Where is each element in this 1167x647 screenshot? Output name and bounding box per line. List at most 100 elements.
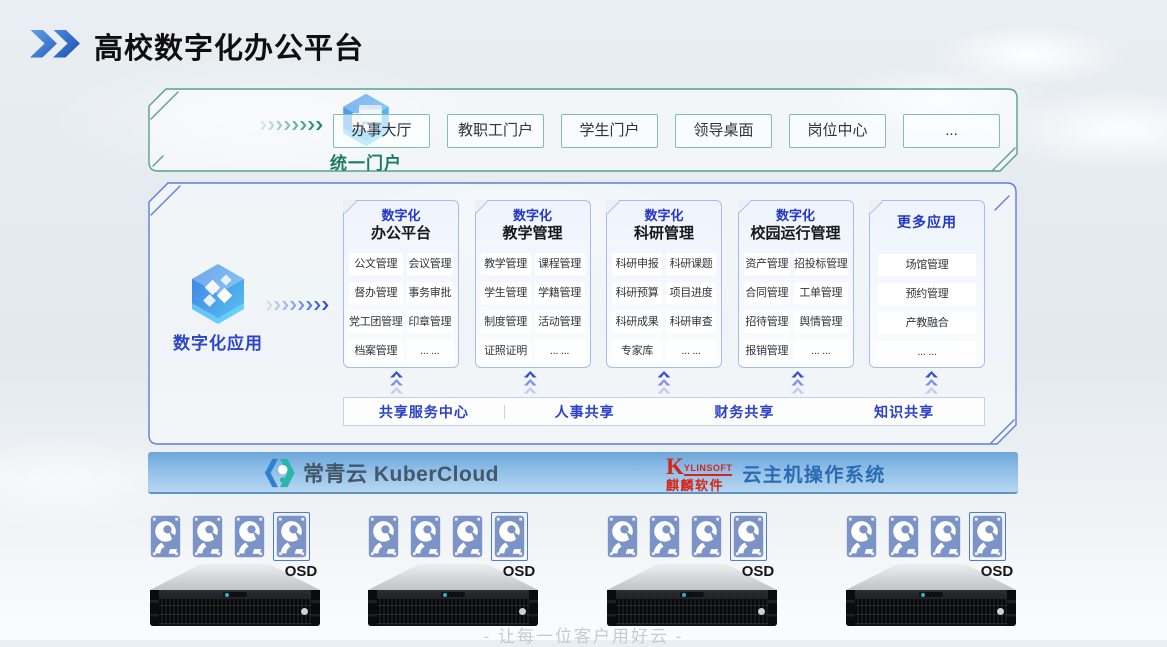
app-item: 招投标管理 xyxy=(794,253,848,275)
disk-row xyxy=(365,512,528,561)
column-header: 数字化 科研管理 xyxy=(607,201,721,244)
column-header: 数字化 办公平台 xyxy=(344,201,458,244)
up-arrows-icon xyxy=(658,371,671,394)
hdd-disk-icon xyxy=(646,512,683,561)
hdd-disk-icon xyxy=(407,512,444,561)
app-item: 科研申报 xyxy=(612,253,662,275)
app-item: 会议管理 xyxy=(407,253,454,275)
app-item: 预约管理 xyxy=(878,283,976,305)
disk-row xyxy=(147,512,310,561)
apps-cube-icon xyxy=(186,262,250,326)
portal-button: 教职工门户 xyxy=(447,114,544,148)
app-column-research: 数字化 科研管理 科研申报 科研课题 科研预算 项目进度 科研成果 科研审查 专… xyxy=(606,200,722,368)
app-column-teaching: 数字化 教学管理 教学管理 课程管理 学生管理 学籍管理 制度管理 活动管理 证… xyxy=(475,200,591,368)
up-arrows-icon xyxy=(390,371,403,394)
portal-button: 领导桌面 xyxy=(675,114,772,148)
flow-chevrons-icon xyxy=(260,121,323,130)
column-header: 数字化 教学管理 xyxy=(476,201,590,244)
app-item: 科研课题 xyxy=(666,253,716,275)
disk-row xyxy=(604,512,767,561)
hdd-disk-icon xyxy=(688,512,725,561)
column-header: 数字化 校园运行管理 xyxy=(739,201,853,244)
hdd-disk-icon-selected xyxy=(491,512,528,561)
hdd-disk-icon xyxy=(189,512,226,561)
page-header: 高校数字化办公平台 xyxy=(30,25,364,67)
hdd-disk-icon xyxy=(147,512,184,561)
portal-label: 统一门户 xyxy=(316,149,416,174)
share-item: 共享服务中心 xyxy=(344,402,504,422)
hdd-disk-icon xyxy=(449,512,486,561)
app-item-more: ... ... xyxy=(878,341,976,363)
apps-label: 数字化应用 xyxy=(158,329,278,354)
app-item-more: ... ... xyxy=(535,340,585,362)
app-item: 科研审查 xyxy=(666,311,716,333)
cloud-platform-bar: 常青云 KuberCloud K YLINSOFT 麒麟软件 云主机操作系统 xyxy=(148,452,1018,494)
hdd-disk-icon xyxy=(927,512,964,561)
hdd-disk-icon-selected xyxy=(969,512,1006,561)
app-item: 资产管理 xyxy=(744,253,791,275)
app-item: 公文管理 xyxy=(349,253,403,275)
app-column-campus-ops: 数字化 校园运行管理 资产管理 招投标管理 合同管理 工单管理 招待管理 舆情管… xyxy=(738,200,854,368)
app-item: 教学管理 xyxy=(481,253,531,275)
up-arrows-icon xyxy=(791,371,804,394)
app-item: 档案管理 xyxy=(349,340,403,362)
app-item-more: ... ... xyxy=(666,340,716,362)
server-group: OSD xyxy=(368,512,538,630)
app-item: 项目进度 xyxy=(666,282,716,304)
app-item: 合同管理 xyxy=(744,282,791,304)
app-item: 专家库 xyxy=(612,340,662,362)
share-item: 人事共享 xyxy=(505,402,665,422)
app-item: 报销管理 xyxy=(744,340,791,362)
kylinsoft-logo: K YLINSOFT 麒麟软件 xyxy=(666,455,732,492)
app-item: 产教融合 xyxy=(878,312,976,334)
app-column-office: 数字化 办公平台 公文管理 会议管理 督办管理 事务审批 党工团管理 印章管理 … xyxy=(343,200,459,368)
hdd-disk-icon xyxy=(604,512,641,561)
flow-chevrons-icon xyxy=(266,301,329,310)
hdd-disk-icon xyxy=(885,512,922,561)
app-item: 舆情管理 xyxy=(794,311,848,333)
up-arrows-icon xyxy=(524,371,537,394)
portal-button: 岗位中心 xyxy=(789,114,886,148)
kubercloud-name: 常青云 KuberCloud xyxy=(303,458,499,488)
osd-label: OSD xyxy=(497,563,541,580)
server-group: OSD xyxy=(150,512,320,630)
hdd-disk-icon xyxy=(365,512,402,561)
app-item-more: ... ... xyxy=(794,340,848,362)
up-arrows-row xyxy=(343,371,985,394)
app-item: 事务审批 xyxy=(407,282,454,304)
portal-button-more: ... xyxy=(903,114,1000,148)
kylin-os-brand: K YLINSOFT 麒麟软件 云主机操作系统 xyxy=(666,455,886,492)
disk-row xyxy=(843,512,1006,561)
kubercloud-hexagon-logo xyxy=(263,456,295,490)
app-item: 制度管理 xyxy=(481,311,531,333)
unified-portal-section: 统一门户 办事大厅 教职工门户 学生门户 领导桌面 岗位中心 ... xyxy=(148,88,1018,172)
up-arrows-icon xyxy=(925,371,938,394)
app-item: 学籍管理 xyxy=(535,282,585,304)
app-item: 督办管理 xyxy=(349,282,403,304)
hdd-disk-icon-selected xyxy=(273,512,310,561)
server-group: OSD xyxy=(846,512,1016,630)
shared-services-bar: 共享服务中心 人事共享 财务共享 知识共享 xyxy=(343,397,985,426)
os-name: 云主机操作系统 xyxy=(742,460,886,487)
app-column-more-apps: 更多应用 场馆管理 预约管理 产教融合 ... ... xyxy=(869,200,985,368)
hdd-disk-icon xyxy=(843,512,880,561)
portal-button: 办事大厅 xyxy=(333,114,430,148)
app-item: 课程管理 xyxy=(535,253,585,275)
osd-label: OSD xyxy=(975,563,1019,580)
osd-label: OSD xyxy=(279,563,323,580)
share-item: 财务共享 xyxy=(665,402,825,422)
app-item: 活动管理 xyxy=(535,311,585,333)
app-item: 招待管理 xyxy=(744,311,791,333)
portal-button-row: 办事大厅 教职工门户 学生门户 领导桌面 岗位中心 ... xyxy=(333,114,1000,148)
app-item: 党工团管理 xyxy=(349,311,403,333)
app-item: 场馆管理 xyxy=(878,254,976,276)
app-item: 科研成果 xyxy=(612,311,662,333)
app-item: 工单管理 xyxy=(794,282,848,304)
app-item: 印章管理 xyxy=(407,311,454,333)
kubercloud-brand: 常青云 KuberCloud xyxy=(263,456,499,490)
osd-label: OSD xyxy=(736,563,780,580)
double-chevron-icon xyxy=(30,30,80,63)
app-item: 科研预算 xyxy=(612,282,662,304)
app-item: 学生管理 xyxy=(481,282,531,304)
app-columns: 数字化 办公平台 公文管理 会议管理 督办管理 事务审批 党工团管理 印章管理 … xyxy=(343,200,985,368)
